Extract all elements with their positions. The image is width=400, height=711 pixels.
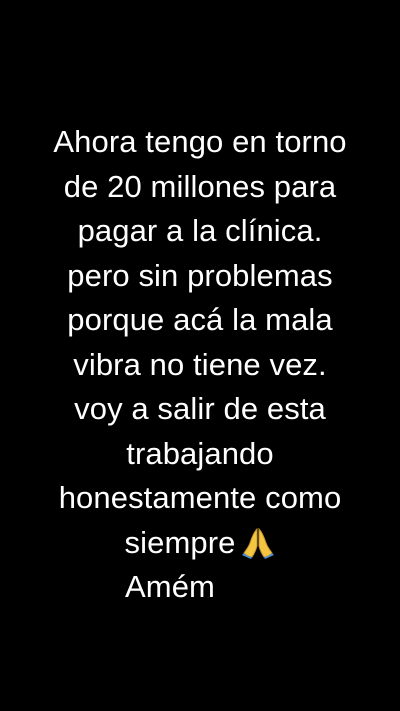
story-line: Ahora tengo en torno xyxy=(53,124,347,159)
story-line: trabajando xyxy=(126,435,274,471)
story-line: siempre xyxy=(124,524,236,560)
story-line: Amém xyxy=(125,569,215,604)
story-line: vibra no tiene vez. xyxy=(73,346,327,382)
story-line: de 20 millones para xyxy=(63,168,337,204)
story-line-with-emoji: siempre xyxy=(0,521,400,566)
story-text-block: Ahora tengo en torno de 20 millones para… xyxy=(0,120,400,610)
story-line: pero sin problemas xyxy=(67,257,333,293)
praying-hands-icon xyxy=(241,526,275,560)
story-line: pagar a la clínica. xyxy=(77,213,323,248)
story-line: honestamente como xyxy=(58,480,342,515)
story-line: porque acá la mala xyxy=(67,302,333,337)
story-canvas: Ahora tengo en torno de 20 millones para… xyxy=(0,0,400,711)
story-line: voy a salir de esta xyxy=(74,391,326,426)
